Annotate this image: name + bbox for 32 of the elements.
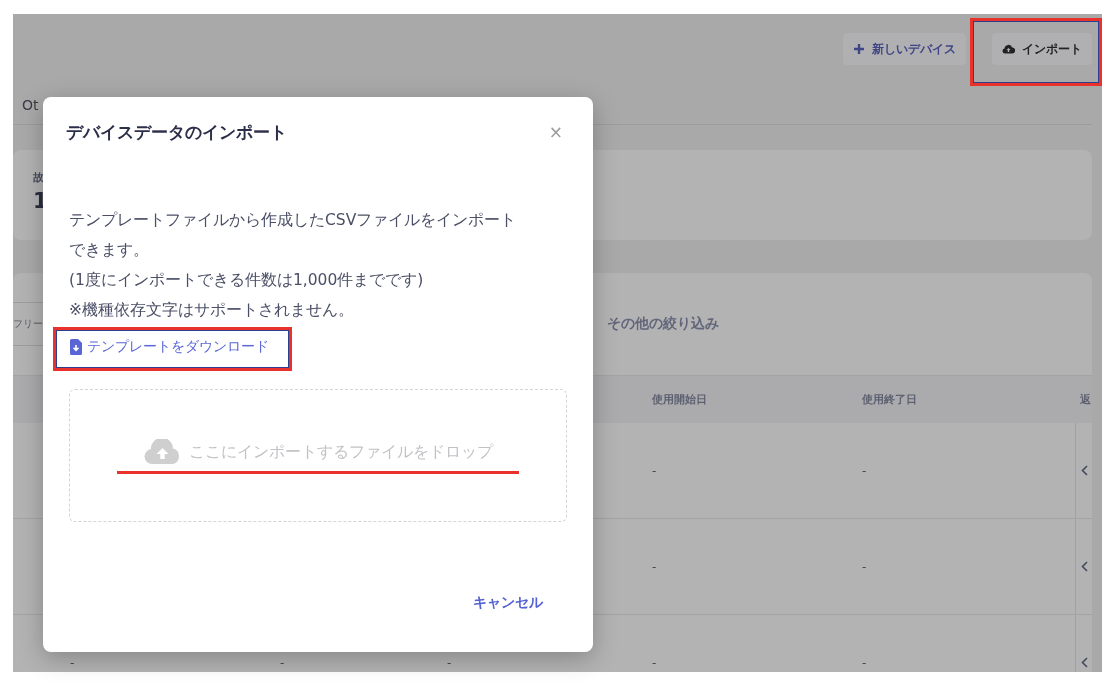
table-cell: -: [652, 463, 657, 478]
header-button[interactable]: インポート: [992, 33, 1092, 65]
file-download-icon: [70, 339, 82, 355]
dialog-title: デバイスデータのインポート: [66, 120, 287, 144]
chevron-left-icon[interactable]: [1080, 561, 1088, 572]
tab[interactable]: Ot: [22, 97, 39, 113]
column-header: 返: [1079, 392, 1092, 408]
cloud-upload-icon: [1002, 44, 1015, 54]
summary-label: 故: [33, 170, 45, 185]
table-cell: -: [652, 655, 657, 670]
table-cell: -: [862, 559, 867, 574]
table-cell: -: [447, 655, 452, 670]
table-cell: -: [70, 655, 75, 670]
column-header: 使用開始日: [652, 392, 708, 408]
cancel-button[interactable]: キャンセル: [473, 594, 543, 612]
header-button[interactable]: 新しいデバイス: [843, 33, 966, 65]
chevron-left-icon[interactable]: [1080, 657, 1088, 668]
filter-toggle[interactable]: その他の絞り込み: [607, 315, 719, 333]
download-link[interactable]: テンプレートをダウンロード: [70, 338, 269, 356]
table-cell: -: [862, 463, 867, 478]
column-header: 使用終了日: [862, 392, 918, 408]
table-cell: -: [862, 655, 867, 670]
chevron-left-icon[interactable]: [1080, 465, 1088, 476]
instruction-text: テンプレートファイルから作成したCSVファイルをインポートできます。: [69, 210, 518, 261]
table-cell: -: [280, 655, 285, 670]
instruction-text: (1度にインポートできる件数は1,000件までです): [69, 270, 425, 291]
drop-hint: ここにインポートするファイルをドロップ: [188, 441, 493, 463]
instruction-text: ※機種依存文字はサポートされません。: [69, 300, 355, 321]
plus-icon: [853, 43, 865, 55]
table-cell: -: [652, 559, 657, 574]
close-button[interactable]: ×: [548, 122, 563, 142]
cloud-upload-icon: [143, 439, 181, 465]
